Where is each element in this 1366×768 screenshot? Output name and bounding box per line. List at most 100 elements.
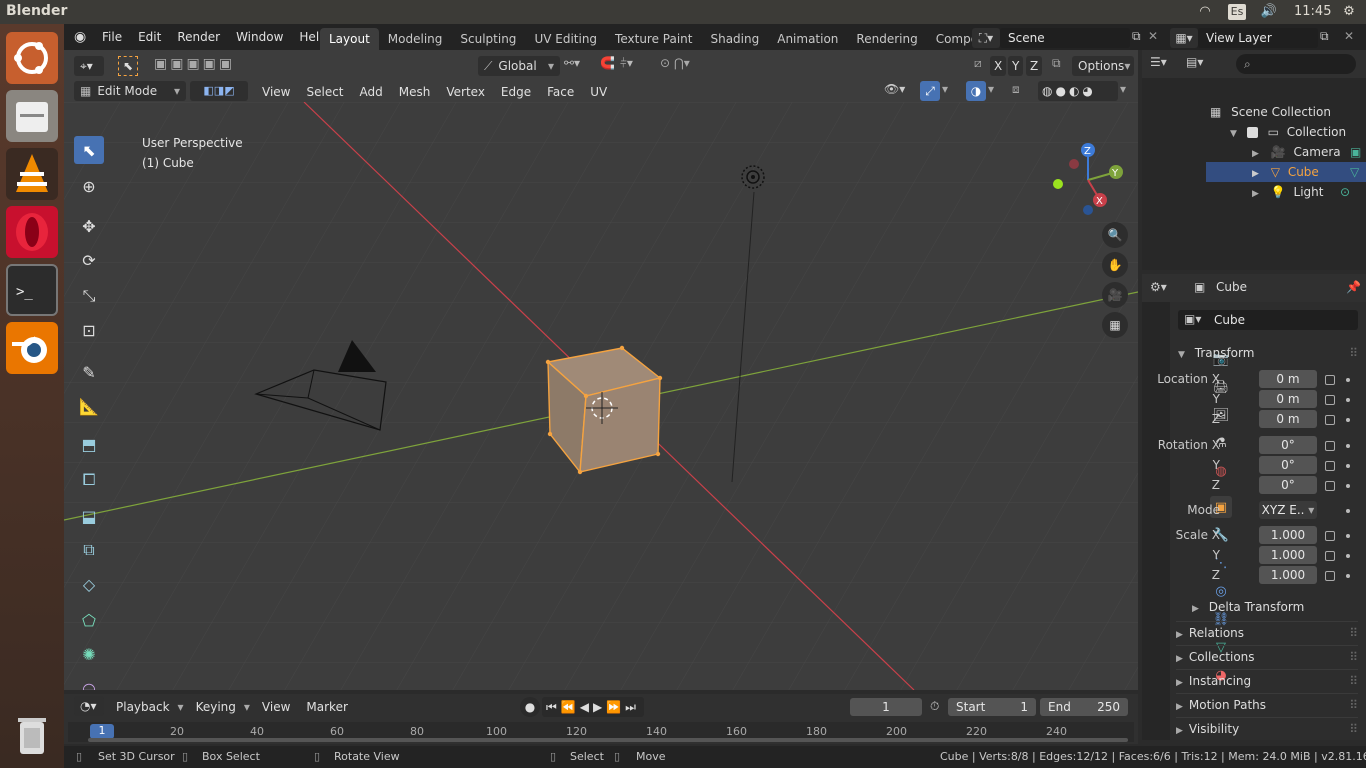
tab-layout[interactable]: Layout <box>320 28 379 50</box>
shading-dropdown-icon[interactable]: ▾ <box>1120 82 1126 96</box>
keyframe-dot-icon[interactable] <box>1346 444 1350 448</box>
timeline-scrollbar[interactable] <box>88 738 1128 742</box>
remove-scene-icon[interactable]: ✕ <box>1148 29 1158 43</box>
shading-mode-icons[interactable]: ◍●◐◕ <box>1038 81 1118 101</box>
ortho-grid-icon[interactable]: ▦ <box>1102 312 1128 338</box>
navigation-gizmo[interactable]: Z Y X <box>1046 138 1130 222</box>
keyframe-dot-icon[interactable] <box>1346 534 1350 538</box>
location-z-field[interactable]: 0 m <box>1259 410 1317 428</box>
rotation-z-field[interactable]: 0° <box>1259 476 1317 494</box>
annotate-tool-icon[interactable]: ✎ <box>74 358 104 386</box>
scene-name-field[interactable]: Scene <box>1000 28 1130 48</box>
menu-render[interactable]: Render <box>169 26 228 48</box>
vertex-edge-face-select-icons[interactable]: ◧◨◩ <box>190 81 248 101</box>
rotate-tool-icon[interactable]: ⟳ <box>74 246 104 274</box>
visibility-icon[interactable]: 👁▾ <box>884 82 905 96</box>
trash-icon[interactable] <box>6 708 58 760</box>
editor-type-icon[interactable]: ⌖▾ <box>74 56 104 76</box>
keyframe-dot-icon[interactable] <box>1346 554 1350 558</box>
outliner-row-light[interactable]: ▶ 💡 Light ⊙ 👁 <box>1206 182 1366 202</box>
lock-icon[interactable] <box>1325 461 1335 471</box>
spin-tool-icon[interactable]: ✺ <box>74 640 104 668</box>
lock-icon[interactable] <box>1325 375 1335 385</box>
location-x-field[interactable]: 0 m <box>1259 370 1317 388</box>
new-scene-icon[interactable]: ⧉ <box>1132 29 1141 44</box>
timeline-ruler[interactable]: 1 20 40 60 80 100 120 140 160 180 200 22… <box>68 722 1134 742</box>
display-mode-icon[interactable]: ▤▾ <box>1186 55 1203 69</box>
keyframe-dot-icon[interactable] <box>1346 378 1350 382</box>
drag-handle-icon[interactable]: ⠿ <box>1349 646 1358 668</box>
camera-object[interactable] <box>244 330 404 440</box>
expand-arrow-icon[interactable]: ▼ <box>1230 129 1237 139</box>
motion-paths-panel[interactable]: ▶ Motion Paths ⠿ <box>1176 693 1358 715</box>
menu-file[interactable]: File <box>94 26 130 48</box>
scene-selector-icon[interactable]: ⛶▾ <box>972 28 1000 48</box>
scale-tool-icon[interactable]: ⤡ <box>74 282 104 310</box>
pan-hand-icon[interactable]: ✋ <box>1102 252 1128 278</box>
xray-icon[interactable]: ⧈ <box>1012 82 1020 97</box>
measure-tool-icon[interactable]: 📐 <box>74 392 104 420</box>
menu-mesh[interactable]: Mesh <box>391 81 439 103</box>
move-tool-icon[interactable]: ✥ <box>74 212 104 240</box>
menu-edge[interactable]: Edge <box>493 81 539 103</box>
wifi-icon[interactable]: ◠ <box>1196 4 1214 20</box>
extrude-tool-icon[interactable]: ⬒ <box>74 430 104 458</box>
collections-panel[interactable]: ▶ Collections ⠿ <box>1176 645 1358 667</box>
axis-x-toggle[interactable]: X <box>990 56 1007 76</box>
tab-shading[interactable]: Shading <box>701 28 768 50</box>
lock-icon[interactable] <box>1325 415 1335 425</box>
auto-merge-icon[interactable]: ⧉ <box>1052 56 1061 71</box>
lock-icon[interactable] <box>1325 481 1335 491</box>
tab-modeling[interactable]: Modeling <box>379 28 452 50</box>
bevel-tool-icon[interactable]: ⬓ <box>74 502 104 530</box>
lock-icon[interactable] <box>1325 551 1335 561</box>
menu-window[interactable]: Window <box>228 26 291 48</box>
pin-icon[interactable]: 📌 <box>1346 280 1361 294</box>
clock[interactable]: 11:45 <box>1294 4 1331 19</box>
mode-dropdown[interactable]: ▦ Edit Mode ▾ <box>74 81 186 101</box>
opera-icon[interactable] <box>6 206 58 258</box>
select-mode-tool-icon[interactable]: ⬉ <box>118 56 138 76</box>
rotation-y-field[interactable]: 0° <box>1259 456 1317 474</box>
scale-x-field[interactable]: 1.000 <box>1259 526 1317 544</box>
pivot-point-icon[interactable]: ⚯▾ <box>564 56 580 70</box>
loop-cut-tool-icon[interactable]: ⧉ <box>74 536 104 564</box>
zoom-icon[interactable]: 🔍 <box>1102 222 1128 248</box>
axis-y-toggle[interactable]: Y <box>1008 56 1024 76</box>
expand-arrow-icon[interactable]: ▶ <box>1252 149 1259 159</box>
transform-orientation-dropdown[interactable]: ⟋ Global ▾ <box>478 56 560 76</box>
lock-icon[interactable] <box>1325 395 1335 405</box>
smooth-tool-icon[interactable]: ◒ <box>74 674 104 691</box>
rotation-x-field[interactable]: 0° <box>1259 436 1317 454</box>
lock-icon[interactable] <box>1325 571 1335 581</box>
volume-icon[interactable]: 🔊 <box>1260 4 1278 20</box>
menu-marker[interactable]: Marker <box>298 696 355 718</box>
viewport-3d[interactable]: ⌖▾ ⬉ ▣▣▣▣▣ ⟋ Global ▾ ⚯▾ 🧲 ⫩▾ ⊙ ⋂▾ ⧄ X Y… <box>64 50 1138 690</box>
ubuntu-dash-icon[interactable] <box>6 32 58 84</box>
options-dropdown[interactable]: Options ▾ <box>1072 56 1134 76</box>
lock-icon[interactable] <box>1325 531 1335 541</box>
outliner-row-collection[interactable]: ▼ ▭ Collection 👁 <box>1206 122 1366 142</box>
stopwatch-icon[interactable]: ⏱ <box>930 699 939 714</box>
tab-animation[interactable]: Animation <box>768 28 847 50</box>
menu-vertex[interactable]: Vertex <box>438 81 493 103</box>
light-object[interactable] <box>738 162 768 192</box>
axis-z-toggle[interactable]: Z <box>1026 56 1043 76</box>
transform-panel-header[interactable]: ▼ Transform ⠿ <box>1178 342 1358 364</box>
playback-controls[interactable]: ⏮⏪◀▶⏩⏭ <box>542 697 644 717</box>
mesh-data-icon[interactable]: ▽ <box>1350 162 1359 182</box>
menu-timeline-view[interactable]: View <box>254 696 298 718</box>
new-view-layer-icon[interactable]: ⧉ <box>1320 29 1329 44</box>
gizmo-dropdown-icon[interactable]: ▾ <box>942 82 948 96</box>
drag-handle-icon[interactable]: ⠿ <box>1349 718 1358 740</box>
menu-edit[interactable]: Edit <box>130 26 169 48</box>
view-layer-selector-icon[interactable]: ▦▾ <box>1170 28 1198 48</box>
outliner-row-scene-collection[interactable]: ▦ Scene Collection <box>1206 102 1366 122</box>
keyframe-dot-icon[interactable] <box>1346 398 1350 402</box>
view-layer-name-field[interactable]: View Layer <box>1198 28 1318 48</box>
terminal-icon[interactable]: >_ <box>6 264 58 316</box>
menu-select[interactable]: Select <box>298 81 351 103</box>
playhead[interactable]: 1 <box>90 724 114 739</box>
drag-handle-icon[interactable]: ⠿ <box>1349 694 1358 716</box>
menu-face[interactable]: Face <box>539 81 582 103</box>
